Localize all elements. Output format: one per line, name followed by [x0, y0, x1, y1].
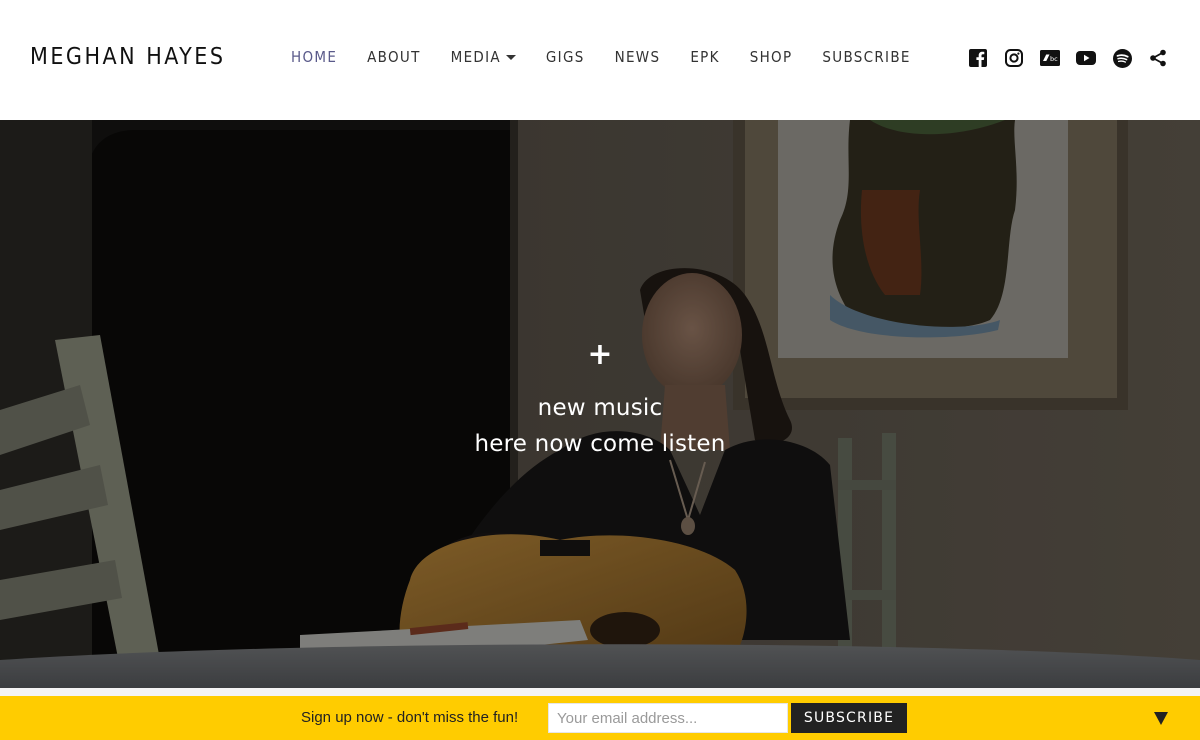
nav-home[interactable]: HOME — [291, 48, 337, 66]
nav-shop-label: SHOP — [749, 48, 793, 66]
plus-icon[interactable]: + — [587, 340, 612, 370]
nav-about-label: ABOUT — [367, 48, 421, 66]
signup-text: Sign up now - don't miss the fun! — [301, 709, 519, 726]
share-icon[interactable] — [1148, 48, 1168, 68]
spotify-icon[interactable] — [1112, 48, 1132, 68]
nav-subscribe-label: SUBSCRIBE — [822, 48, 911, 66]
nav-media-label: MEDIA — [450, 48, 501, 66]
email-field[interactable] — [548, 703, 788, 733]
instagram-icon[interactable] — [1004, 48, 1024, 68]
nav-gigs-label: GIGS — [545, 48, 585, 66]
hero-line-1: new music — [537, 395, 663, 421]
nav-shop[interactable]: SHOP — [750, 48, 793, 66]
bandcamp-icon[interactable]: bc — [1040, 48, 1060, 68]
nav-subscribe[interactable]: SUBSCRIBE — [822, 48, 910, 66]
hero-line-2: here now come listen — [474, 431, 726, 457]
signup-bar: Sign up now - don't miss the fun! SUBSCR… — [0, 696, 1200, 740]
site-header: MEGHAN HAYES HOME ABOUT MEDIA GIGS NEWS … — [0, 0, 1200, 120]
nav-about[interactable]: ABOUT — [367, 48, 420, 66]
chevron-down-icon — [505, 54, 516, 60]
triangle-down-icon[interactable] — [1154, 712, 1168, 725]
social-links: bc — [968, 48, 1168, 68]
nav-news[interactable]: NEWS — [615, 48, 661, 66]
hero-content: + new music here now come listen — [0, 120, 1200, 688]
divider — [0, 688, 1200, 696]
nav-epk[interactable]: EPK — [690, 48, 719, 66]
facebook-icon[interactable] — [968, 48, 988, 68]
svg-text:bc: bc — [1050, 55, 1058, 63]
youtube-icon[interactable] — [1076, 48, 1096, 68]
nav-news-label: NEWS — [614, 48, 661, 66]
subscribe-button[interactable]: SUBSCRIBE — [791, 703, 907, 733]
nav-media[interactable]: MEDIA — [451, 48, 516, 66]
nav-epk-label: EPK — [690, 48, 720, 66]
nav-gigs[interactable]: GIGS — [546, 48, 585, 66]
site-brand[interactable]: MEGHAN HAYES — [30, 44, 226, 70]
nav-home-label: HOME — [291, 48, 338, 66]
main-nav: HOME ABOUT MEDIA GIGS NEWS EPK SHOP SUBS… — [291, 48, 941, 66]
hero-banner: + new music here now come listen — [0, 120, 1200, 688]
